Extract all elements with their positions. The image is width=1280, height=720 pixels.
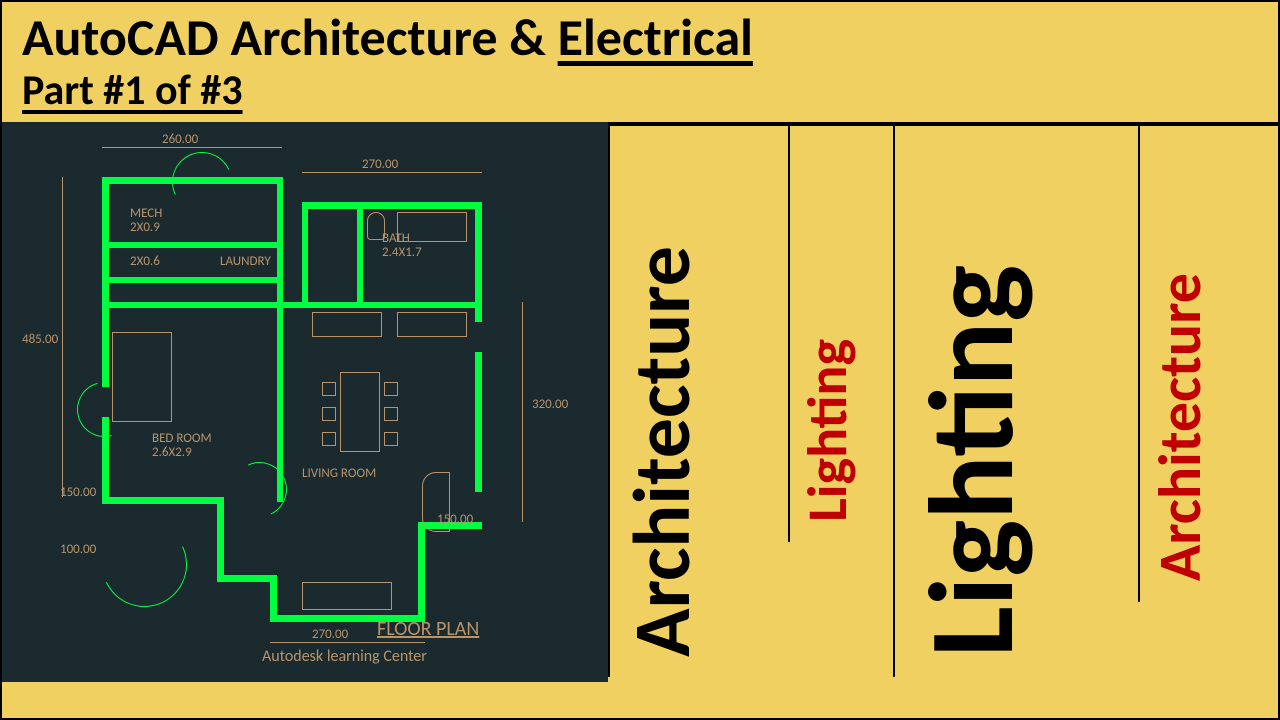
- wall: [475, 352, 482, 492]
- wall: [217, 575, 277, 582]
- wall: [302, 202, 308, 307]
- fixture-counter: [397, 312, 467, 337]
- floorplan-title: FLOOR PLAN: [377, 617, 479, 641]
- room-mech: MECH 2X0.9: [130, 207, 162, 236]
- room-mech-label: MECH: [130, 206, 162, 221]
- wall: [217, 497, 224, 582]
- main-title: AutoCAD Architecture & Electrical: [22, 10, 1258, 65]
- title-underlined: Electrical: [558, 5, 753, 69]
- cards-row: Architecture Lighting Lighting Architect…: [608, 122, 1278, 682]
- card-label: Lighting: [899, 265, 1045, 657]
- dimension-line: [522, 302, 523, 522]
- door-arc-icon: [224, 454, 294, 524]
- fixture-tub: [397, 212, 467, 242]
- dimension-right: 320.00: [532, 397, 568, 412]
- card-label: Architecture: [1144, 273, 1217, 581]
- room-bedroom-label: BED ROOM: [152, 431, 212, 446]
- card-lighting-large: Lighting: [893, 122, 1138, 677]
- fixture-chair: [384, 407, 398, 421]
- room-laundry: LAUNDRY: [220, 255, 271, 269]
- dimension-line: [270, 642, 425, 643]
- card-label: Architecture: [614, 246, 711, 657]
- card-lighting-small: Lighting: [788, 122, 893, 542]
- fixture-chair: [384, 382, 398, 396]
- room-mech2: 2X0.6: [130, 255, 160, 269]
- card-architecture-small: Architecture: [1138, 122, 1278, 602]
- dimension-mid-left: 150.00: [60, 485, 96, 500]
- fixture-chair: [384, 432, 398, 446]
- fixture-counter: [312, 312, 382, 337]
- card-architecture-large: Architecture: [608, 122, 788, 677]
- wall: [102, 277, 282, 283]
- fixture-chair: [322, 432, 336, 446]
- dimension-line: [302, 172, 482, 173]
- door-arc-icon: [90, 510, 199, 619]
- fixture-chair: [322, 407, 336, 421]
- room-bedroom-size: 2.6X2.9: [152, 445, 192, 460]
- dimension-top-right: 270.00: [362, 157, 398, 172]
- floorplan-panel: 260.00 270.00 485.00 320.00 150.00 100.0…: [2, 122, 608, 682]
- dimension-bottom: 270.00: [312, 627, 348, 642]
- room-mech-size: 2X0.9: [130, 220, 160, 235]
- subtitle: Part #1 of #3: [22, 65, 1258, 116]
- room-mech2-size: 2X0.6: [130, 254, 160, 269]
- room-living: LIVING ROOM: [302, 467, 376, 481]
- dimension-bottom-far-left: 100.00: [60, 542, 96, 557]
- wall: [102, 302, 482, 308]
- header: AutoCAD Architecture & Electrical Part #…: [2, 2, 1278, 122]
- wall: [418, 522, 425, 622]
- dimension-top-left: 260.00: [162, 132, 198, 147]
- content-row: 260.00 270.00 485.00 320.00 150.00 100.0…: [2, 122, 1278, 682]
- fixture-sofa: [422, 472, 450, 532]
- fixture-chair: [322, 382, 336, 396]
- door-arc-icon: [164, 143, 241, 220]
- wall: [102, 497, 222, 504]
- dimension-line: [62, 177, 63, 497]
- floorplan-subtitle: Autodesk learning Center: [262, 647, 427, 666]
- fixture-table: [340, 372, 380, 452]
- fixture-toilet: [367, 212, 385, 240]
- wall: [102, 242, 282, 248]
- room-bedroom: BED ROOM 2.6X2.9: [152, 432, 212, 461]
- room-bath-size: 2.4X1.7: [382, 245, 422, 260]
- wall: [357, 202, 363, 307]
- title-prefix: AutoCAD Architecture &: [22, 5, 558, 69]
- fixture-sofa: [302, 582, 392, 610]
- wall: [302, 202, 482, 209]
- dimension-left: 485.00: [22, 332, 58, 347]
- card-label: Lighting: [794, 339, 862, 522]
- dimension-line: [102, 147, 282, 148]
